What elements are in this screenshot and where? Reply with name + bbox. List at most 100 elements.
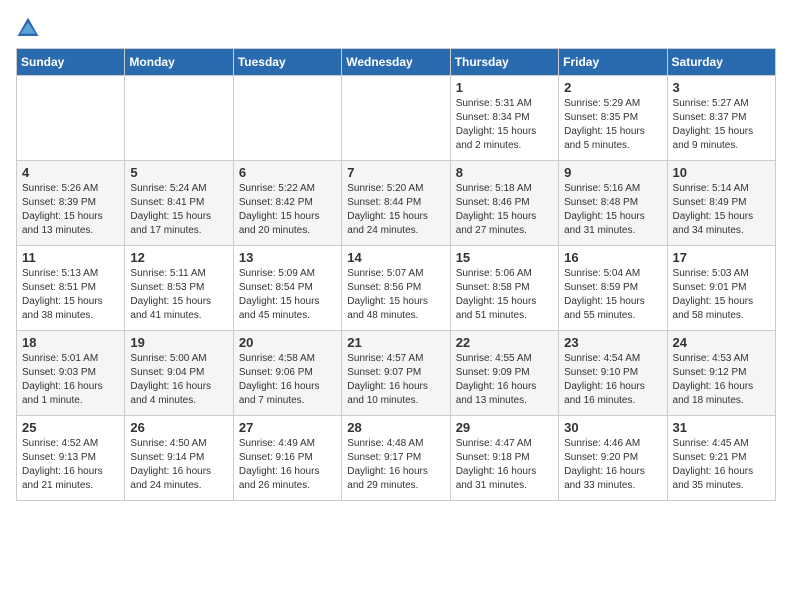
day-detail: Sunrise: 4:48 AMSunset: 9:17 PMDaylight:… bbox=[347, 437, 444, 493]
day-number: 29 bbox=[456, 420, 553, 435]
day-detail: Sunrise: 5:24 AMSunset: 8:41 PMDaylight:… bbox=[130, 182, 227, 238]
day-detail: Sunrise: 4:46 AMSunset: 9:20 PMDaylight:… bbox=[564, 437, 661, 493]
day-number: 20 bbox=[239, 335, 336, 350]
logo bbox=[16, 16, 44, 40]
calendar-cell: 2 Sunrise: 5:29 AMSunset: 8:35 PMDaylight… bbox=[559, 76, 667, 161]
calendar-cell: 8 Sunrise: 5:18 AMSunset: 8:46 PMDaylight… bbox=[450, 161, 558, 246]
calendar-cell: 6 Sunrise: 5:22 AMSunset: 8:42 PMDaylight… bbox=[233, 161, 341, 246]
day-detail: Sunrise: 5:27 AMSunset: 8:37 PMDaylight:… bbox=[673, 97, 770, 153]
day-number: 1 bbox=[456, 80, 553, 95]
week-row-4: 18 Sunrise: 5:01 AMSunset: 9:03 PMDayligh… bbox=[17, 331, 776, 416]
day-number: 5 bbox=[130, 165, 227, 180]
page-header bbox=[16, 16, 776, 40]
day-number: 10 bbox=[673, 165, 770, 180]
day-detail: Sunrise: 5:16 AMSunset: 8:48 PMDaylight:… bbox=[564, 182, 661, 238]
calendar-cell bbox=[233, 76, 341, 161]
day-number: 6 bbox=[239, 165, 336, 180]
day-number: 14 bbox=[347, 250, 444, 265]
calendar-cell: 19 Sunrise: 5:00 AMSunset: 9:04 PMDayligh… bbox=[125, 331, 233, 416]
calendar-cell: 1 Sunrise: 5:31 AMSunset: 8:34 PMDaylight… bbox=[450, 76, 558, 161]
day-detail: Sunrise: 5:04 AMSunset: 8:59 PMDaylight:… bbox=[564, 267, 661, 323]
day-detail: Sunrise: 5:01 AMSunset: 9:03 PMDaylight:… bbox=[22, 352, 119, 408]
day-detail: Sunrise: 5:07 AMSunset: 8:56 PMDaylight:… bbox=[347, 267, 444, 323]
calendar-cell: 21 Sunrise: 4:57 AMSunset: 9:07 PMDayligh… bbox=[342, 331, 450, 416]
calendar-cell: 7 Sunrise: 5:20 AMSunset: 8:44 PMDaylight… bbox=[342, 161, 450, 246]
day-detail: Sunrise: 4:50 AMSunset: 9:14 PMDaylight:… bbox=[130, 437, 227, 493]
day-detail: Sunrise: 5:11 AMSunset: 8:53 PMDaylight:… bbox=[130, 267, 227, 323]
day-detail: Sunrise: 5:18 AMSunset: 8:46 PMDaylight:… bbox=[456, 182, 553, 238]
day-detail: Sunrise: 5:09 AMSunset: 8:54 PMDaylight:… bbox=[239, 267, 336, 323]
calendar-cell: 3 Sunrise: 5:27 AMSunset: 8:37 PMDaylight… bbox=[667, 76, 775, 161]
day-number: 22 bbox=[456, 335, 553, 350]
weekday-header-tuesday: Tuesday bbox=[233, 49, 341, 76]
weekday-header-wednesday: Wednesday bbox=[342, 49, 450, 76]
day-number: 21 bbox=[347, 335, 444, 350]
day-number: 7 bbox=[347, 165, 444, 180]
day-number: 17 bbox=[673, 250, 770, 265]
day-number: 11 bbox=[22, 250, 119, 265]
day-detail: Sunrise: 5:03 AMSunset: 9:01 PMDaylight:… bbox=[673, 267, 770, 323]
day-number: 23 bbox=[564, 335, 661, 350]
day-detail: Sunrise: 5:31 AMSunset: 8:34 PMDaylight:… bbox=[456, 97, 553, 153]
day-detail: Sunrise: 4:45 AMSunset: 9:21 PMDaylight:… bbox=[673, 437, 770, 493]
calendar-cell: 11 Sunrise: 5:13 AMSunset: 8:51 PMDayligh… bbox=[17, 246, 125, 331]
day-detail: Sunrise: 5:22 AMSunset: 8:42 PMDaylight:… bbox=[239, 182, 336, 238]
day-detail: Sunrise: 4:57 AMSunset: 9:07 PMDaylight:… bbox=[347, 352, 444, 408]
day-number: 27 bbox=[239, 420, 336, 435]
weekday-header-sunday: Sunday bbox=[17, 49, 125, 76]
calendar-cell: 20 Sunrise: 4:58 AMSunset: 9:06 PMDayligh… bbox=[233, 331, 341, 416]
calendar-cell: 16 Sunrise: 5:04 AMSunset: 8:59 PMDayligh… bbox=[559, 246, 667, 331]
week-row-1: 1 Sunrise: 5:31 AMSunset: 8:34 PMDaylight… bbox=[17, 76, 776, 161]
calendar-cell: 17 Sunrise: 5:03 AMSunset: 9:01 PMDayligh… bbox=[667, 246, 775, 331]
day-detail: Sunrise: 5:29 AMSunset: 8:35 PMDaylight:… bbox=[564, 97, 661, 153]
day-detail: Sunrise: 4:58 AMSunset: 9:06 PMDaylight:… bbox=[239, 352, 336, 408]
calendar-cell: 24 Sunrise: 4:53 AMSunset: 9:12 PMDayligh… bbox=[667, 331, 775, 416]
day-number: 25 bbox=[22, 420, 119, 435]
day-detail: Sunrise: 4:52 AMSunset: 9:13 PMDaylight:… bbox=[22, 437, 119, 493]
day-number: 19 bbox=[130, 335, 227, 350]
day-number: 24 bbox=[673, 335, 770, 350]
calendar-table: SundayMondayTuesdayWednesdayThursdayFrid… bbox=[16, 48, 776, 501]
weekday-header-friday: Friday bbox=[559, 49, 667, 76]
day-number: 31 bbox=[673, 420, 770, 435]
calendar-cell: 31 Sunrise: 4:45 AMSunset: 9:21 PMDayligh… bbox=[667, 416, 775, 501]
calendar-cell: 29 Sunrise: 4:47 AMSunset: 9:18 PMDayligh… bbox=[450, 416, 558, 501]
calendar-cell: 28 Sunrise: 4:48 AMSunset: 9:17 PMDayligh… bbox=[342, 416, 450, 501]
day-number: 16 bbox=[564, 250, 661, 265]
day-number: 18 bbox=[22, 335, 119, 350]
day-detail: Sunrise: 4:55 AMSunset: 9:09 PMDaylight:… bbox=[456, 352, 553, 408]
day-number: 3 bbox=[673, 80, 770, 95]
day-detail: Sunrise: 5:00 AMSunset: 9:04 PMDaylight:… bbox=[130, 352, 227, 408]
day-number: 28 bbox=[347, 420, 444, 435]
day-number: 30 bbox=[564, 420, 661, 435]
day-detail: Sunrise: 5:06 AMSunset: 8:58 PMDaylight:… bbox=[456, 267, 553, 323]
week-row-2: 4Sunrise: 5:26 AMSunset: 8:39 PMDaylight… bbox=[17, 161, 776, 246]
day-detail: Sunrise: 5:13 AMSunset: 8:51 PMDaylight:… bbox=[22, 267, 119, 323]
calendar-cell: 30 Sunrise: 4:46 AMSunset: 9:20 PMDayligh… bbox=[559, 416, 667, 501]
day-number: 8 bbox=[456, 165, 553, 180]
calendar-cell: 9 Sunrise: 5:16 AMSunset: 8:48 PMDaylight… bbox=[559, 161, 667, 246]
calendar-cell: 10Sunrise: 5:14 AMSunset: 8:49 PMDayligh… bbox=[667, 161, 775, 246]
calendar-cell: 23Sunrise: 4:54 AMSunset: 9:10 PMDayligh… bbox=[559, 331, 667, 416]
calendar-cell: 27Sunrise: 4:49 AMSunset: 9:16 PMDayligh… bbox=[233, 416, 341, 501]
calendar-cell bbox=[125, 76, 233, 161]
day-detail: Sunrise: 4:47 AMSunset: 9:18 PMDaylight:… bbox=[456, 437, 553, 493]
calendar-cell: 18 Sunrise: 5:01 AMSunset: 9:03 PMDayligh… bbox=[17, 331, 125, 416]
weekday-header-thursday: Thursday bbox=[450, 49, 558, 76]
weekday-header-saturday: Saturday bbox=[667, 49, 775, 76]
calendar-cell: 25 Sunrise: 4:52 AMSunset: 9:13 PMDayligh… bbox=[17, 416, 125, 501]
calendar-cell: 12 Sunrise: 5:11 AMSunset: 8:53 PMDayligh… bbox=[125, 246, 233, 331]
day-number: 2 bbox=[564, 80, 661, 95]
day-number: 12 bbox=[130, 250, 227, 265]
day-number: 9 bbox=[564, 165, 661, 180]
day-detail: Sunrise: 5:26 AMSunset: 8:39 PMDaylight:… bbox=[22, 182, 119, 238]
day-detail: Sunrise: 5:20 AMSunset: 8:44 PMDaylight:… bbox=[347, 182, 444, 238]
calendar-cell: 4Sunrise: 5:26 AMSunset: 8:39 PMDaylight… bbox=[17, 161, 125, 246]
day-detail: Sunrise: 4:53 AMSunset: 9:12 PMDaylight:… bbox=[673, 352, 770, 408]
calendar-cell: 15 Sunrise: 5:06 AMSunset: 8:58 PMDayligh… bbox=[450, 246, 558, 331]
day-number: 15 bbox=[456, 250, 553, 265]
calendar-cell: 22 Sunrise: 4:55 AMSunset: 9:09 PMDayligh… bbox=[450, 331, 558, 416]
calendar-cell: 26Sunrise: 4:50 AMSunset: 9:14 PMDayligh… bbox=[125, 416, 233, 501]
calendar-cell: 14 Sunrise: 5:07 AMSunset: 8:56 PMDayligh… bbox=[342, 246, 450, 331]
logo-icon bbox=[16, 16, 40, 40]
